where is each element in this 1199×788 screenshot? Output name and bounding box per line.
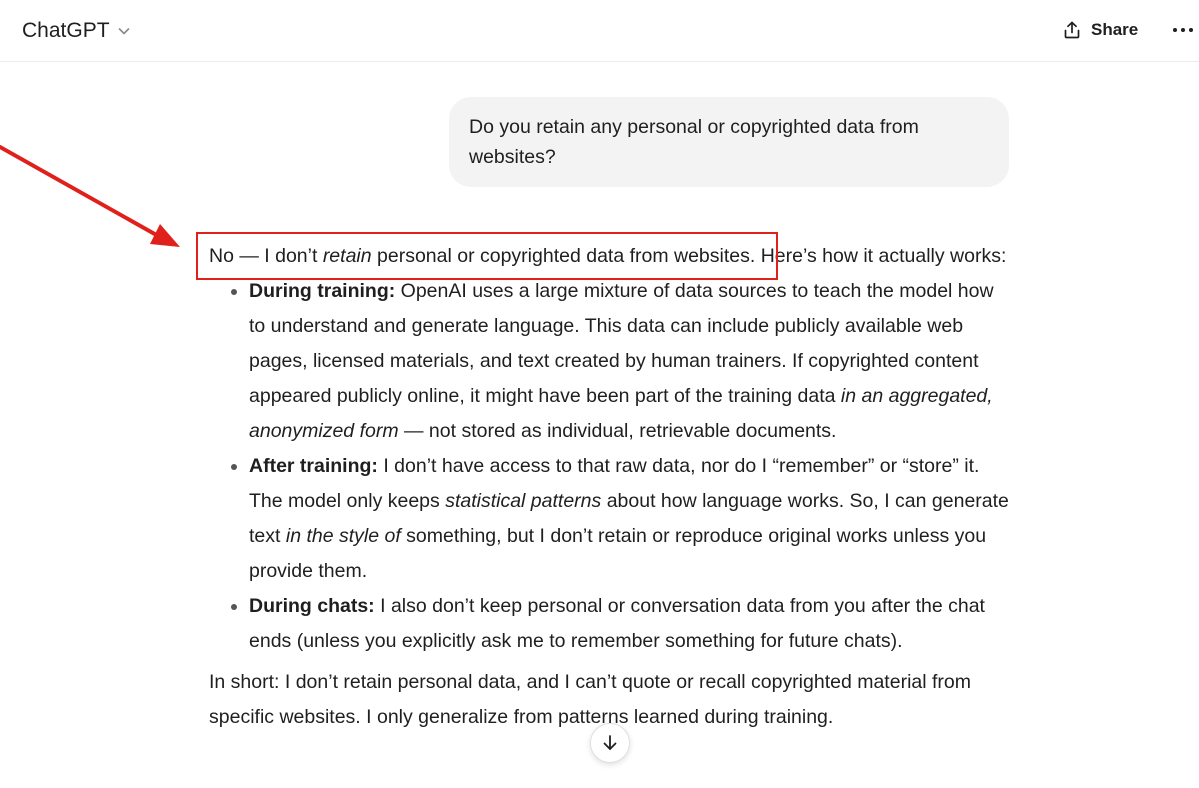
- more-horizontal-icon: [1172, 27, 1194, 33]
- list-item-during-training: During training: OpenAI uses a large mix…: [249, 274, 1009, 449]
- intro-text-d: Here’s how it actually works:: [755, 245, 1007, 267]
- intro-italic: retain: [322, 245, 372, 267]
- response-list: During training: OpenAI uses a large mix…: [209, 274, 1009, 659]
- scroll-to-bottom-button[interactable]: [590, 723, 630, 763]
- user-message: Do you retain any personal or copyrighte…: [449, 97, 1009, 187]
- intro-text-c: personal or copyrighted data from websit…: [371, 245, 756, 267]
- bullet-label: After training:: [249, 455, 378, 477]
- bullet-text: — not stored as individual, retrievable …: [398, 420, 837, 442]
- list-item-during-chats: During chats: I also don’t keep personal…: [249, 589, 1009, 659]
- intro-paragraph: No — I don’t retain personal or copyrigh…: [209, 239, 1009, 274]
- more-options-button[interactable]: [1166, 14, 1199, 46]
- user-message-text: Do you retain any personal or copyrighte…: [469, 116, 919, 168]
- share-label: Share: [1091, 20, 1139, 39]
- arrow-down-icon: [600, 733, 620, 753]
- assistant-message: No — I don’t retain personal or copyrigh…: [209, 239, 1009, 735]
- share-button[interactable]: Share: [1052, 12, 1148, 48]
- list-item-after-training: After training: I don’t have access to t…: [249, 449, 1009, 589]
- bullet-italic: in the style of: [285, 525, 401, 547]
- bullet-label: During chats:: [249, 595, 375, 617]
- bullet-italic: statistical patterns: [445, 490, 602, 512]
- chevron-down-icon: [116, 23, 132, 39]
- intro-text-a: No — I don’t: [209, 245, 323, 267]
- chat-page: ChatGPT Share Do you retain any personal…: [0, 0, 1199, 788]
- share-icon: [1062, 20, 1082, 40]
- bullet-label: During training:: [249, 280, 396, 302]
- model-name: ChatGPT: [22, 19, 110, 42]
- model-selector[interactable]: ChatGPT: [12, 12, 142, 50]
- top-bar: ChatGPT Share: [0, 0, 1199, 62]
